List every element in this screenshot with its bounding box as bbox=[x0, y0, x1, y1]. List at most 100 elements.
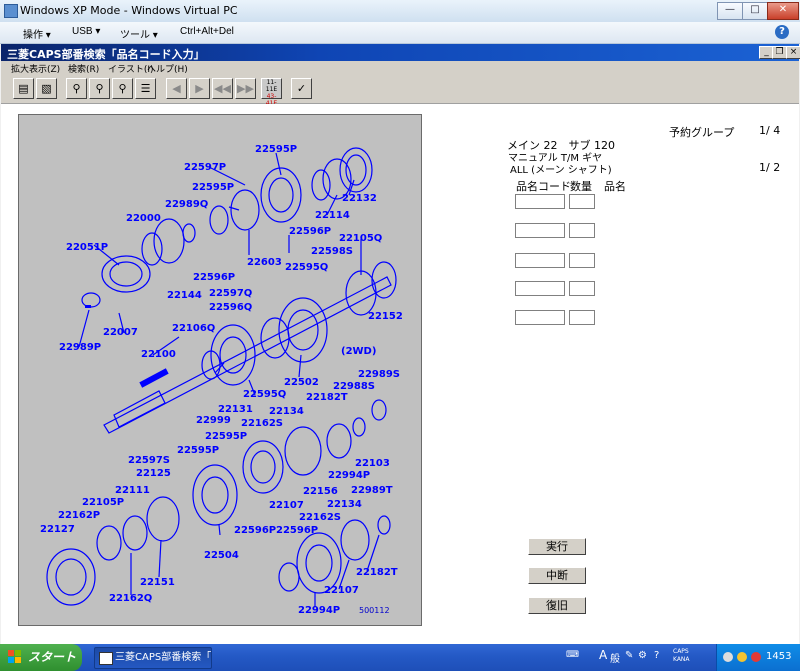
part-label[interactable]: 22597Q bbox=[209, 288, 252, 299]
part-label[interactable]: (2WD) bbox=[341, 346, 376, 357]
part-label[interactable]: 22162S bbox=[241, 418, 283, 429]
menu-action[interactable]: 操作 ▾ bbox=[23, 26, 51, 41]
part-label[interactable]: 22107 bbox=[324, 585, 359, 596]
part-label[interactable]: 22134 bbox=[327, 499, 362, 510]
part-label[interactable]: 22105P bbox=[82, 497, 124, 508]
part-label[interactable]: 22131 bbox=[218, 404, 253, 415]
part-label[interactable]: 22182T bbox=[356, 567, 398, 578]
printer-icon[interactable]: ▧ bbox=[36, 78, 57, 99]
part-label[interactable]: 22994P bbox=[328, 470, 370, 481]
restore-button[interactable]: 復旧 bbox=[528, 597, 586, 614]
part-label[interactable]: 22597S bbox=[128, 455, 170, 466]
part-label[interactable]: 22107 bbox=[269, 500, 304, 511]
part-label[interactable]: 22151 bbox=[140, 577, 175, 588]
rewind-icon[interactable]: ◀◀ bbox=[212, 78, 233, 99]
part-code-field[interactable] bbox=[515, 194, 565, 209]
part-label[interactable]: 22111 bbox=[115, 485, 150, 496]
part-label[interactable]: 22502 bbox=[284, 377, 319, 388]
part-label[interactable]: 22007 bbox=[103, 327, 138, 338]
part-label[interactable]: 22596Q bbox=[209, 302, 252, 313]
app-restore-button[interactable]: ❐ bbox=[772, 46, 787, 59]
search-code-icon[interactable]: ⚲ bbox=[112, 78, 133, 99]
taskbar-item-caps[interactable]: 三菱CAPS部番検索「... bbox=[94, 647, 212, 669]
part-label[interactable]: 22114 bbox=[315, 210, 350, 221]
execute-button[interactable]: 実行 bbox=[528, 538, 586, 555]
part-label[interactable]: 22595P bbox=[177, 445, 219, 456]
print-icon[interactable]: ▤ bbox=[13, 78, 34, 99]
part-code-field[interactable] bbox=[515, 281, 565, 296]
menu-usb[interactable]: USB ▾ bbox=[72, 26, 100, 37]
app-close-button[interactable]: × bbox=[786, 46, 800, 59]
part-label[interactable]: 22105Q bbox=[339, 233, 382, 244]
part-label[interactable]: 22999 bbox=[196, 415, 231, 426]
first-icon[interactable]: ◀ bbox=[166, 78, 187, 99]
search-group-icon[interactable]: ⚲ bbox=[89, 78, 110, 99]
part-label[interactable]: 22103 bbox=[355, 458, 390, 469]
close-button[interactable]: ✕ bbox=[767, 2, 799, 20]
part-label[interactable]: 22595Q bbox=[243, 389, 286, 400]
part-code-field[interactable] bbox=[515, 253, 565, 268]
quantity-field[interactable] bbox=[569, 194, 595, 209]
part-label[interactable]: 22156 bbox=[303, 486, 338, 497]
quantity-field[interactable] bbox=[569, 281, 595, 296]
quantity-field[interactable] bbox=[569, 253, 595, 268]
part-label[interactable]: 22989S bbox=[358, 369, 400, 380]
part-label[interactable]: 22144 bbox=[167, 290, 202, 301]
part-label[interactable]: 22596P bbox=[276, 525, 318, 536]
part-label[interactable]: 22596P bbox=[234, 525, 276, 536]
tools-icon[interactable]: ✓ bbox=[291, 78, 312, 99]
part-label[interactable]: 22989T bbox=[351, 485, 393, 496]
part-label[interactable]: 22132 bbox=[342, 193, 377, 204]
part-label[interactable]: 22504 bbox=[204, 550, 239, 561]
part-label[interactable]: 22162S bbox=[299, 512, 341, 523]
interrupt-button[interactable]: 中断 bbox=[528, 567, 586, 584]
menu-zoom[interactable]: 拡大表示(Z) bbox=[11, 62, 60, 75]
part-label[interactable]: 22000 bbox=[126, 213, 161, 224]
maximize-button[interactable]: □ bbox=[742, 2, 768, 20]
part-label[interactable]: 22988S bbox=[333, 381, 375, 392]
part-label[interactable]: 22598S bbox=[311, 246, 353, 257]
part-label[interactable]: 22182T bbox=[306, 392, 348, 403]
part-label[interactable]: 22125 bbox=[136, 468, 171, 479]
part-label[interactable]: 22595P bbox=[192, 182, 234, 193]
volume-icon[interactable] bbox=[723, 652, 733, 662]
part-label[interactable]: 22106Q bbox=[172, 323, 215, 334]
part-label[interactable]: 22603 bbox=[247, 257, 282, 268]
part-label[interactable]: 22989P bbox=[59, 342, 101, 353]
minimize-button[interactable]: — bbox=[717, 2, 743, 20]
start-button[interactable]: スタート bbox=[0, 644, 82, 671]
quantity-field[interactable] bbox=[569, 223, 595, 238]
part-label[interactable]: 22595Q bbox=[285, 262, 328, 273]
quantity-field[interactable] bbox=[569, 310, 595, 325]
part-label[interactable]: 22596P bbox=[193, 272, 235, 283]
group-range-icon[interactable]: 11-11E 43-41E bbox=[261, 78, 282, 107]
part-label[interactable]: 22162Q bbox=[109, 593, 152, 604]
part-label[interactable]: 22595P bbox=[255, 144, 297, 155]
forward-icon[interactable]: ▶▶ bbox=[235, 78, 256, 99]
part-label[interactable]: 22597P bbox=[184, 162, 226, 173]
shield-icon[interactable] bbox=[737, 652, 747, 662]
menu-search[interactable]: 検索(R) bbox=[68, 62, 99, 75]
ime-tool-icon: ⚙ bbox=[638, 650, 647, 661]
prev-icon[interactable]: ▶ bbox=[189, 78, 210, 99]
part-label[interactable]: 22162P bbox=[58, 510, 100, 521]
part-code-field[interactable] bbox=[515, 223, 565, 238]
part-label[interactable]: 22127 bbox=[40, 524, 75, 535]
part-label[interactable]: 22994P bbox=[298, 605, 340, 616]
part-label[interactable]: 22152 bbox=[368, 311, 403, 322]
part-label[interactable]: 22100 bbox=[141, 349, 176, 360]
menu-tools[interactable]: ツール ▾ bbox=[120, 26, 158, 41]
parts-diagram[interactable]: 22595P 22597P 22595P 22989Q 22132 22000 22114 2… bbox=[18, 114, 422, 626]
menu-help[interactable]: ヘルプ(H) bbox=[147, 62, 188, 75]
part-label[interactable]: 22596P bbox=[289, 226, 331, 237]
part-label[interactable]: 22595P bbox=[205, 431, 247, 442]
menu-ctrl-alt-del[interactable]: Ctrl+Alt+Del bbox=[180, 26, 234, 37]
part-label[interactable]: 22051P bbox=[66, 242, 108, 253]
search-part-icon[interactable]: ⚲ bbox=[66, 78, 87, 99]
alert-icon[interactable] bbox=[751, 652, 761, 662]
part-label[interactable]: 22134 bbox=[269, 406, 304, 417]
part-code-field[interactable] bbox=[515, 310, 565, 325]
help-icon[interactable]: ? bbox=[775, 25, 789, 39]
part-label[interactable]: 22989Q bbox=[165, 199, 208, 210]
search-list-icon[interactable]: ☰ bbox=[135, 78, 156, 99]
